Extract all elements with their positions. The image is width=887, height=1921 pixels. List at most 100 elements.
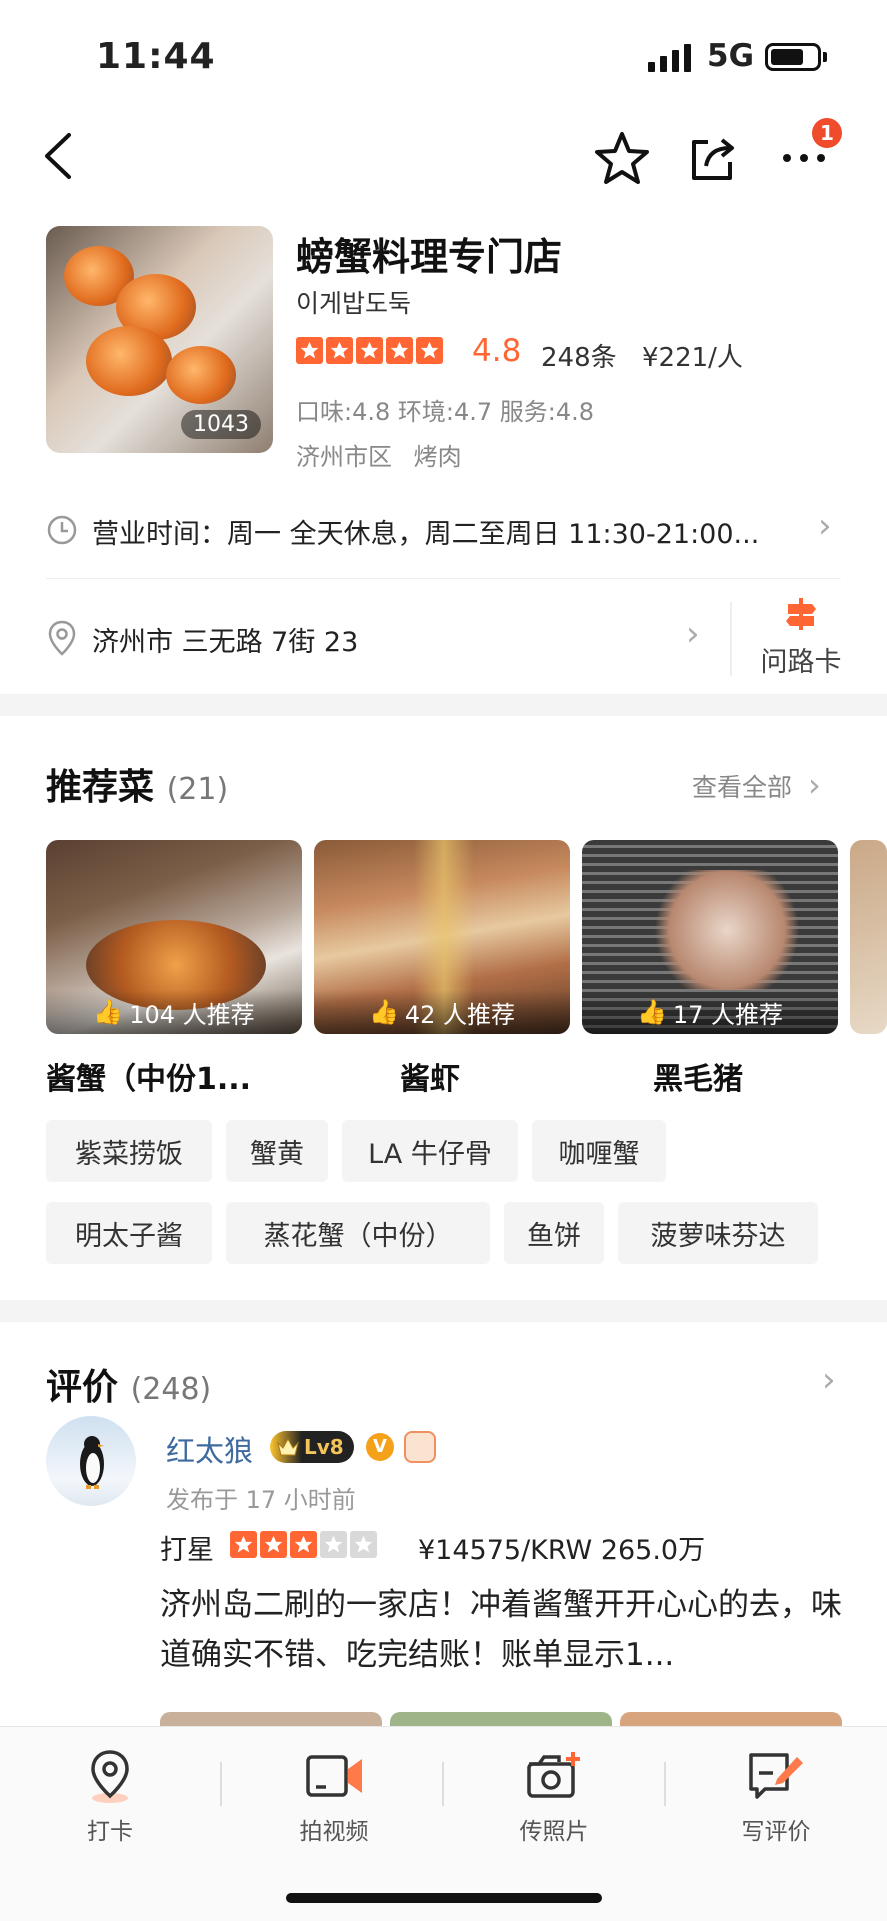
crown-icon <box>276 1435 300 1464</box>
network-type: 5G <box>707 38 755 74</box>
share-icon[interactable] <box>682 128 742 188</box>
tab-video[interactable]: 拍视频 <box>264 1746 404 1846</box>
star-icon <box>326 337 353 364</box>
recommended-title: 推荐菜 (21) <box>46 758 228 810</box>
section-gap <box>0 1300 887 1322</box>
thumbs-up-icon: 👍 <box>93 998 124 1026</box>
see-all-label: 查看全部 <box>692 773 793 802</box>
back-icon[interactable] <box>28 126 88 186</box>
dish-tag[interactable]: 蟹黄 <box>226 1120 328 1182</box>
see-all-link[interactable]: 查看全部 › <box>692 766 821 804</box>
verified-badge: V <box>366 1433 394 1461</box>
reviews-count: (248) <box>130 1372 212 1407</box>
star-empty-icon <box>350 1531 377 1558</box>
dish-tag[interactable]: 紫菜捞饭 <box>46 1120 212 1182</box>
clock-icon <box>46 514 78 550</box>
star-filled-icon <box>230 1531 257 1558</box>
reviews-title[interactable]: 评价 (248) <box>46 1358 211 1410</box>
location-icon <box>48 620 76 660</box>
dish-name: 酱虾 <box>400 1062 460 1097</box>
dish-name: 酱蟹（中份1... <box>46 1062 252 1097</box>
recommended-title-text: 推荐菜 <box>46 767 155 808</box>
tab-separator <box>442 1762 444 1806</box>
dish-tag[interactable]: 鱼饼 <box>504 1202 604 1264</box>
battery-icon <box>765 43 821 71</box>
address-row[interactable]: 济州市 三无路 7街 23 › <box>46 614 706 660</box>
star-icon <box>416 337 443 364</box>
signpost-icon <box>786 598 816 630</box>
rating-score: 4.8 <box>472 333 522 369</box>
review-price: ¥14575/KRW 265.0万 <box>418 1535 706 1566</box>
thumbs-up-icon: 👍 <box>636 998 667 1026</box>
dish-recommend: 👍 104 人推荐 <box>46 990 302 1034</box>
dish-recommend: 👍 42 人推荐 <box>314 990 570 1034</box>
dish-tag[interactable]: 菠萝味芬达 <box>618 1202 818 1264</box>
video-icon <box>264 1746 404 1806</box>
rating-label: 打星 <box>160 1535 214 1566</box>
dish-card-partial[interactable] <box>850 840 887 1034</box>
hours-row[interactable]: 营业时间：周一 全天休息，周二至周日 11:30-21:00... › <box>46 506 846 550</box>
tab-separator <box>664 1762 666 1806</box>
star-icon <box>356 337 383 364</box>
photo-count: 1043 <box>181 410 261 439</box>
divider <box>46 578 841 579</box>
thumbs-up-icon: 👍 <box>368 998 399 1026</box>
favorite-star-icon[interactable] <box>592 128 652 188</box>
shop-subtitle: 이게밥도둑 <box>296 289 412 318</box>
star-filled-icon <box>290 1531 317 1558</box>
location-pin-icon <box>40 1746 180 1806</box>
rating-stars <box>296 337 443 364</box>
tab-label: 写评价 <box>741 1819 811 1845</box>
dish-tag[interactable]: 明太子酱 <box>46 1202 212 1264</box>
chevron-right-icon: › <box>818 506 832 546</box>
notification-badge: 1 <box>812 118 842 148</box>
shop-name: 螃蟹料理专门店 <box>296 235 563 279</box>
shop-cover-photo[interactable]: 1043 <box>46 226 273 453</box>
tab-separator <box>220 1762 222 1806</box>
dish-tag[interactable]: 咖喱蟹 <box>532 1120 666 1182</box>
tab-label: 传照片 <box>519 1819 589 1845</box>
merchant-badge-icon <box>404 1431 436 1463</box>
route-card-button[interactable]: 问路卡 <box>746 596 856 679</box>
reviewer-name[interactable]: 红太狼 <box>166 1428 253 1470</box>
signal-icon <box>648 44 691 72</box>
sub-scores: 口味:4.8 环境:4.7 服务:4.8 <box>296 398 595 426</box>
route-card-label: 问路卡 <box>760 647 842 678</box>
divider-vertical <box>730 602 732 676</box>
shop-area: 济州市区 烤肉 <box>296 437 462 472</box>
dish-tag[interactable]: LA 牛仔骨 <box>342 1120 518 1182</box>
chevron-right-icon[interactable]: › <box>822 1360 836 1400</box>
dish-recommend: 👍 17 人推荐 <box>582 990 838 1034</box>
review-text[interactable]: 济州岛二刷的一家店！冲着酱蟹开开心心的去，味道确实不错、吃完结账！账单显示1..… <box>160 1580 850 1680</box>
dish-card[interactable]: 👍 104 人推荐 <box>46 840 302 1034</box>
chevron-right-icon: › <box>686 614 700 654</box>
dish-card[interactable]: 👍 42 人推荐 <box>314 840 570 1034</box>
dish-card[interactable]: 👍 17 人推荐 <box>582 840 838 1034</box>
tab-label: 拍视频 <box>299 1819 369 1845</box>
battery-cap <box>823 52 827 62</box>
status-time: 11:44 <box>96 36 216 77</box>
hours-text: 营业时间：周一 全天休息，周二至周日 11:30-21:00... <box>92 519 760 550</box>
tab-label: 打卡 <box>87 1819 133 1845</box>
address-text: 济州市 三无路 7街 23 <box>92 627 359 658</box>
review-stars <box>230 1531 377 1558</box>
chevron-right-icon: › <box>807 766 821 804</box>
home-indicator <box>286 1893 602 1903</box>
star-empty-icon <box>320 1531 347 1558</box>
dish-name: 黑毛猪 <box>653 1062 743 1097</box>
tab-write-review[interactable]: 写评价 <box>706 1746 846 1846</box>
tab-checkin[interactable]: 打卡 <box>40 1746 180 1846</box>
dish-tag[interactable]: 蒸花蟹（中份） <box>226 1202 490 1264</box>
posted-time: 发布于 17 小时前 <box>166 1486 356 1514</box>
camera-add-icon <box>484 1746 624 1806</box>
star-icon <box>296 337 323 364</box>
recommended-count: (21) <box>166 772 229 807</box>
avatar[interactable] <box>46 1416 136 1506</box>
district[interactable]: 济州市区 <box>296 443 392 471</box>
reviews-title-text: 评价 <box>46 1367 119 1408</box>
category[interactable]: 烤肉 <box>414 443 462 471</box>
review-count: 248条 <box>541 343 617 373</box>
tab-photo[interactable]: 传照片 <box>484 1746 624 1846</box>
star-filled-icon <box>260 1531 287 1558</box>
price-per-person: ¥221/人 <box>642 343 743 373</box>
